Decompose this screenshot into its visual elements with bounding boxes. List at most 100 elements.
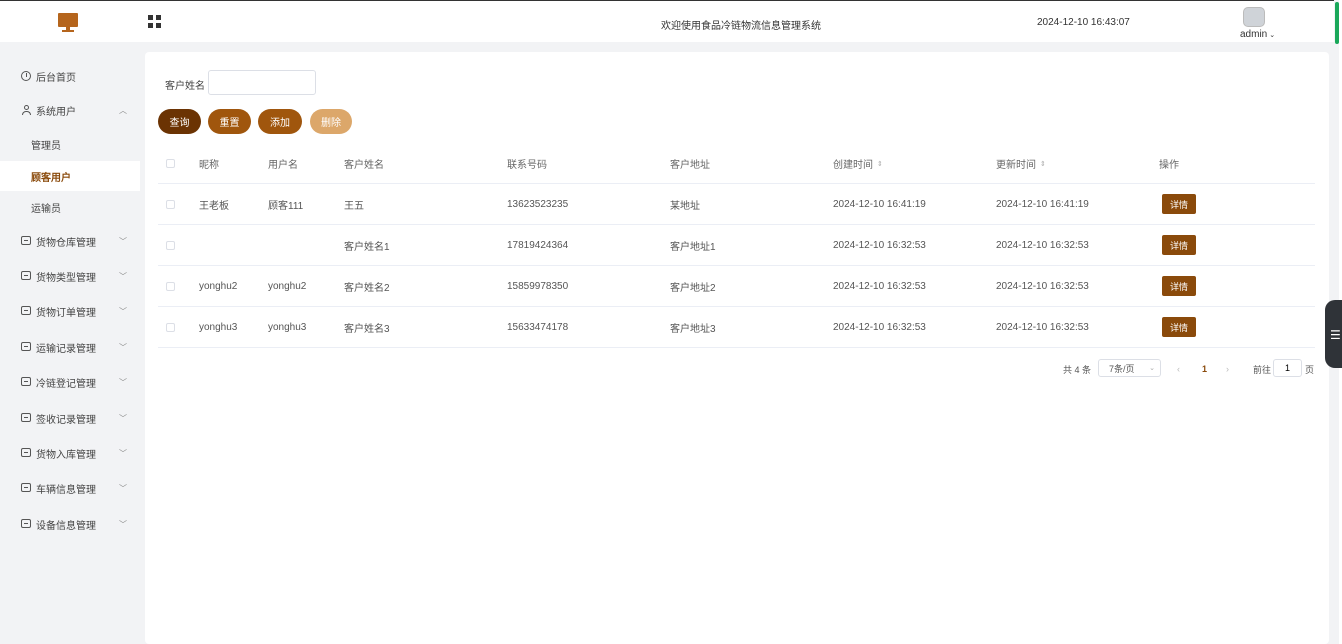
sidebar-item-devices[interactable]: 设备信息管理 ﹀ — [0, 509, 140, 539]
table-row: 客户姓名1 17819424364 客户地址1 2024-12-10 16:32:53… — [158, 225, 1315, 266]
sidebar-item-goods-type[interactable]: 货物类型管理 ﹀ — [0, 261, 140, 291]
goto-page-input[interactable] — [1273, 359, 1302, 377]
chevron-down-icon: ⌄ — [1269, 32, 1276, 39]
chevron-down-icon: ﹀ — [119, 413, 127, 423]
table-cell: 客户地址1 — [670, 241, 716, 253]
row-checkbox[interactable] — [166, 240, 175, 250]
table-cell: 客户地址3 — [670, 323, 716, 335]
table-cell: 客户姓名2 — [344, 282, 390, 294]
table-cell: 17819424364 — [507, 239, 569, 251]
table-row: 王老板 顾客111 王五 13623523235 某地址 2024-12-10 16:41… — [158, 184, 1315, 225]
table-cell: 2024-12-10 16:41:19 — [996, 198, 1089, 210]
sidebar-item-vehicles[interactable]: 车辆信息管理 ﹀ — [0, 473, 140, 503]
column-header-label: 创建时间 — [833, 160, 873, 171]
table-cell: yonghu2 — [268, 280, 307, 292]
list-icon — [21, 483, 31, 492]
page-unit-label: 页 — [1305, 364, 1315, 375]
detail-button[interactable]: 详情 — [1162, 317, 1196, 337]
welcome-text: 欢迎使用食品冷链物流信息管理系统 — [661, 21, 821, 32]
list-icon — [21, 519, 31, 528]
table-row: yonghu2 yonghu2 客户姓名2 15859978350 客户地址2 2024-… — [158, 266, 1315, 307]
table-cell: 2024-12-10 16:41:19 — [833, 198, 926, 210]
sidebar-item-label: 货物入库管理 — [36, 449, 96, 461]
reset-button[interactable]: 重置 — [208, 109, 251, 134]
sidebar-subitem-label: 管理员 — [31, 140, 61, 152]
table-cell: 2024-12-10 16:32:53 — [996, 280, 1089, 292]
delete-button[interactable]: 删除 — [310, 109, 352, 134]
chevron-down-icon: ﹀ — [119, 377, 127, 387]
row-checkbox[interactable] — [166, 322, 175, 332]
sidebar-item-label: 货物类型管理 — [36, 272, 96, 284]
chevron-down-icon: ⌄ — [1149, 365, 1155, 372]
sidebar-item-signoff[interactable]: 签收记录管理 ﹀ — [0, 403, 140, 433]
sidebar-subitem-transporters[interactable]: 运输员 — [0, 192, 140, 222]
table-cell: 2024-12-10 16:32:53 — [833, 280, 926, 292]
sidebar-item-label: 系统用户 — [36, 106, 76, 118]
table-cell: 客户姓名1 — [344, 241, 390, 253]
sidebar-subitem-label: 顾客用户 — [31, 172, 71, 184]
sidebar-item-label: 冷链登记管理 — [36, 378, 96, 390]
sidebar-item-inbound[interactable]: 货物入库管理 ﹀ — [0, 438, 140, 468]
add-button[interactable]: 添加 — [258, 109, 302, 134]
table-row: yonghu3 yonghu3 客户姓名3 15633474178 客户地址3 2024-… — [158, 307, 1315, 348]
sort-icon[interactable]: ⇕ — [877, 160, 883, 168]
customer-name-input[interactable] — [208, 70, 316, 95]
monitor-logo-icon[interactable] — [58, 13, 78, 33]
sidebar-item-home[interactable]: 后台首页 — [0, 61, 140, 91]
avatar[interactable] — [1243, 7, 1265, 27]
table-cell: 客户地址2 — [670, 282, 716, 294]
sidebar-item-label: 货物订单管理 — [36, 307, 96, 319]
table-cell: 某地址 — [670, 200, 700, 212]
sidebar-item-label: 运输记录管理 — [36, 343, 96, 355]
table-cell: yonghu2 — [199, 280, 238, 292]
list-icon — [21, 342, 31, 351]
column-header: 联系号码 — [507, 160, 547, 171]
detail-button[interactable]: 详情 — [1162, 235, 1196, 255]
sidebar-item-transport[interactable]: 运输记录管理 ﹀ — [0, 332, 140, 362]
list-icon — [21, 448, 31, 457]
menu-toggle-icon[interactable] — [148, 15, 161, 28]
column-header: 客户姓名 — [344, 160, 384, 171]
table-body: 王老板 顾客111 王五 13623523235 某地址 2024-12-10 16:41… — [158, 184, 1315, 348]
page-size-select[interactable]: 7条/页 ⌄ — [1098, 359, 1161, 377]
next-page-icon[interactable]: › — [1226, 360, 1229, 378]
menu-icon: ☰ — [1330, 328, 1341, 342]
sidebar-item-orders[interactable]: 货物订单管理 ﹀ — [0, 296, 140, 326]
top-header: 欢迎使用食品冷链物流信息管理系统 2024-12-10 16:43:07 adm… — [0, 0, 1334, 42]
query-button[interactable]: 查询 — [158, 109, 201, 134]
sidebar-subitem-customers[interactable]: 顾客用户 — [0, 161, 140, 191]
table-cell: 2024-12-10 16:32:53 — [996, 239, 1089, 251]
column-header-label: 更新时间 — [996, 160, 1036, 171]
table-cell: 顾客111 — [268, 200, 304, 212]
current-datetime: 2024-12-10 16:43:07 — [1037, 17, 1130, 28]
sidebar-subitem-admin[interactable]: 管理员 — [0, 129, 140, 159]
table-cell: 2024-12-10 16:32:53 — [833, 239, 926, 251]
total-count: 共 4 条 — [1063, 364, 1092, 375]
sidebar-item-system-users[interactable]: 系统用户 ︿ — [0, 95, 140, 125]
sidebar-item-warehouse[interactable]: 货物仓库管理 ﹀ — [0, 226, 140, 256]
sidebar-item-coldchain[interactable]: 冷链登记管理 ﹀ — [0, 367, 140, 397]
user-icon — [21, 105, 31, 115]
sort-icon[interactable]: ⇕ — [1040, 160, 1046, 168]
chevron-up-icon: ︿ — [119, 105, 127, 115]
sidebar-item-label: 货物仓库管理 — [36, 237, 96, 249]
clock-icon — [21, 71, 31, 81]
table-header: 昵称 用户名 客户姓名 联系号码 客户地址 创建时间 ⇕ 更新时间 ⇕ 操作 — [158, 144, 1315, 184]
column-header-sortable[interactable]: 更新时间 ⇕ — [996, 144, 1046, 183]
username: admin — [1240, 29, 1268, 40]
select-all-checkbox[interactable] — [166, 159, 175, 168]
row-checkbox[interactable] — [166, 281, 175, 291]
table-cell: 王老板 — [199, 200, 229, 212]
page-number-current[interactable]: 1 — [1202, 360, 1207, 378]
user-menu[interactable]: admin ⌄ — [1240, 29, 1275, 40]
column-header: 昵称 — [199, 160, 219, 171]
detail-button[interactable]: 详情 — [1162, 276, 1196, 296]
customer-table: 昵称 用户名 客户姓名 联系号码 客户地址 创建时间 ⇕ 更新时间 ⇕ 操作 王老板… — [158, 144, 1315, 348]
row-checkbox[interactable] — [166, 199, 175, 209]
list-icon — [21, 271, 31, 280]
column-header-sortable[interactable]: 创建时间 ⇕ — [833, 144, 883, 183]
floating-side-tab[interactable]: ☰ — [1325, 300, 1342, 368]
detail-button[interactable]: 详情 — [1162, 194, 1196, 214]
list-icon — [21, 377, 31, 386]
prev-page-icon[interactable]: ‹ — [1177, 360, 1180, 378]
